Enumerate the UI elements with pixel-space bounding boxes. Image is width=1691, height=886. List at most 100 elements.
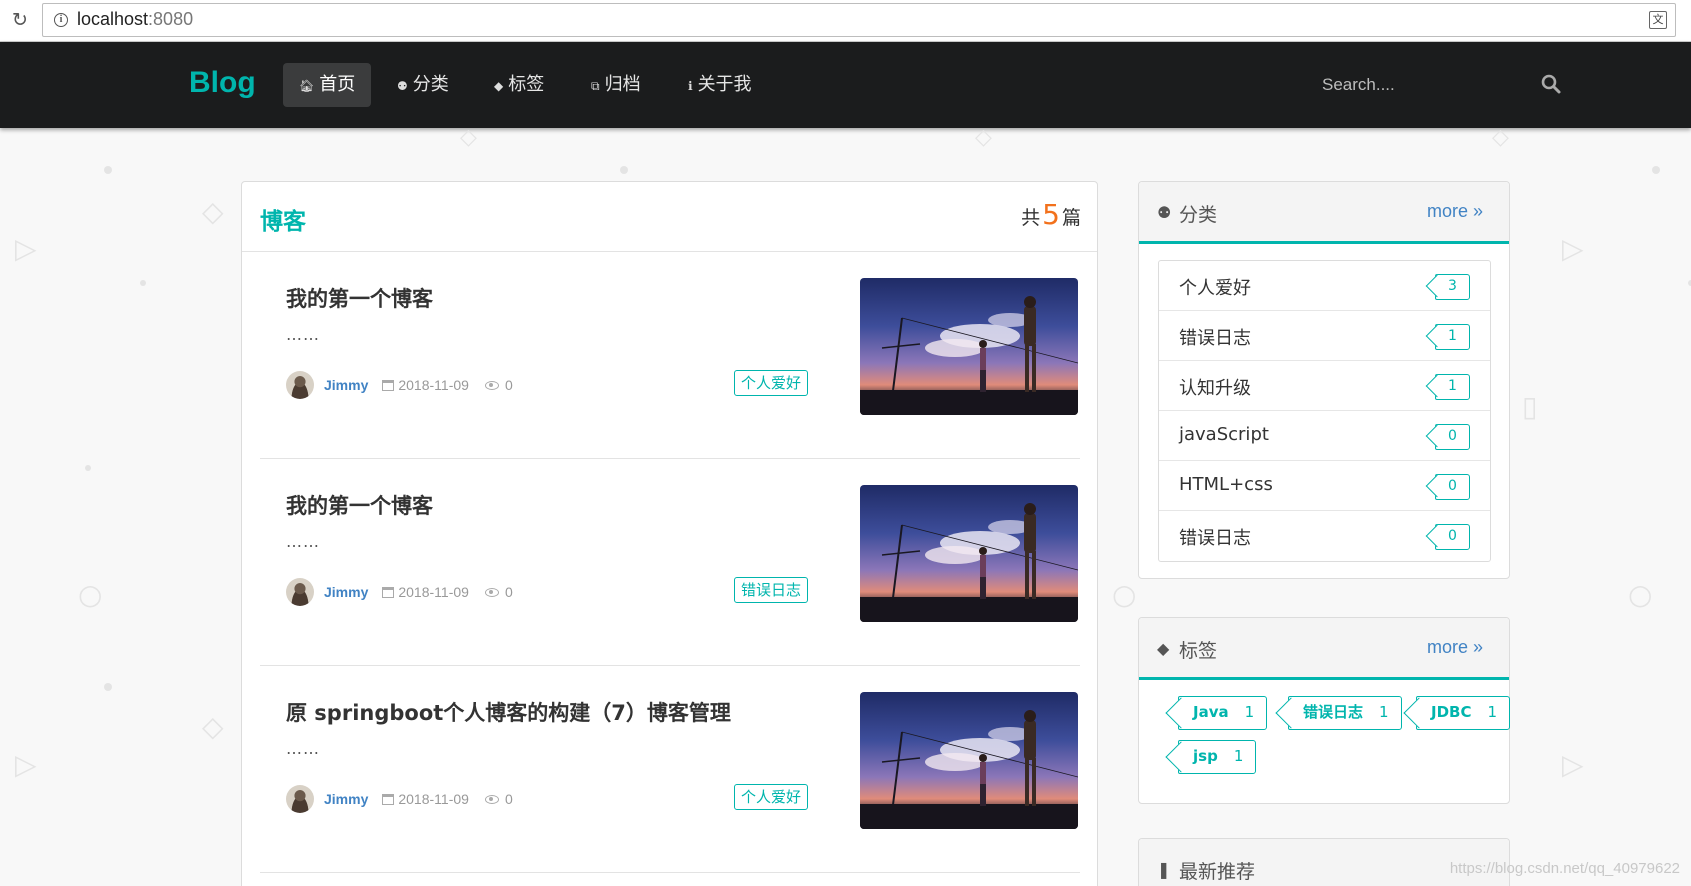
url-text: localhost:8080: [77, 9, 194, 29]
background-diamond-icon: ◇: [975, 125, 992, 150]
tag-chip[interactable]: jsp 1: [1178, 740, 1257, 774]
avatar: [286, 371, 314, 399]
categories-more-link[interactable]: more »: [1427, 201, 1483, 222]
category-item[interactable]: HTML+css 0: [1159, 461, 1490, 511]
category-item[interactable]: 认知升级 1: [1159, 361, 1490, 411]
post-views: 0: [504, 377, 513, 393]
tags-more-link[interactable]: more »: [1427, 637, 1483, 658]
home-icon: 🏠︎: [299, 79, 315, 93]
background-diamond-icon: ◇: [1492, 125, 1509, 150]
tag-chip[interactable]: 错误日志 1: [1288, 696, 1402, 730]
calendar-icon: [382, 379, 395, 391]
anime-scene-image: [860, 296, 1078, 415]
tags-icon: ◆: [1157, 639, 1170, 658]
background-triangle-icon: ▷: [15, 748, 37, 781]
category-name: HTML+css: [1179, 474, 1273, 495]
eye-icon: [484, 794, 499, 804]
post-title-link[interactable]: 原 springboot个人博客的构建（7）博客管理: [286, 697, 731, 727]
recommend-title: 最新推荐: [1179, 861, 1256, 883]
idea-icon: ⚉: [397, 79, 408, 93]
background-triangle-icon: ▷: [15, 232, 37, 265]
post-excerpt: ……: [286, 325, 320, 344]
top-nav: Blog 🏠︎ 首页 ⚉ 分类 ◆ 标签 ⧉ 归档 ℹ 关于我: [0, 42, 1691, 128]
tag-chip[interactable]: JDBC 1: [1416, 696, 1511, 730]
background-circle-icon: ○: [1112, 578, 1137, 611]
background-diamond-icon: ◇: [202, 710, 224, 743]
blog-list-header: 博客 共5 篇: [242, 182, 1097, 252]
nav-item-about[interactable]: ℹ 关于我: [672, 63, 768, 107]
category-count-badge: 3: [1435, 274, 1470, 300]
post-cover-image[interactable]: [860, 278, 1078, 415]
info-icon: ℹ: [688, 79, 693, 93]
tag-chip[interactable]: Java 1: [1178, 696, 1268, 730]
avatar: [286, 785, 314, 813]
categories-header: ⚉ 分类 more »: [1139, 182, 1509, 244]
eye-icon: [484, 380, 499, 390]
search-icon[interactable]: [1540, 73, 1562, 95]
categories-title: 分类: [1179, 204, 1218, 226]
nav-item-archive[interactable]: ⧉ 归档: [575, 63, 657, 107]
bookmark-icon: ❚: [1157, 860, 1171, 879]
category-count-badge: 0: [1435, 524, 1470, 550]
post-category-label[interactable]: 个人爱好: [734, 370, 809, 396]
category-name: 个人爱好: [1179, 278, 1251, 299]
background-triangle-icon: ▷: [1562, 748, 1584, 781]
author-link[interactable]: Jimmy: [324, 377, 368, 393]
site-info-icon[interactable]: i: [54, 13, 68, 27]
author-link[interactable]: Jimmy: [324, 584, 368, 600]
category-count-badge: 0: [1435, 424, 1470, 450]
watermark-text: https://blog.csdn.net/qq_40979622: [1449, 860, 1680, 877]
category-item[interactable]: 错误日志 1: [1159, 311, 1490, 361]
post-item: 原 springboot个人博客的构建（7）博客管理 …… Jimmy 2018…: [260, 667, 1080, 873]
post-item: 我的第一个博客 …… Jimmy 2018-11-09 0 个人爱好: [260, 253, 1080, 459]
post-title-link[interactable]: 我的第一个博客: [286, 490, 433, 520]
nav-item-categories[interactable]: ⚉ 分类: [381, 63, 465, 107]
background-dot: [104, 166, 112, 174]
post-cover-image[interactable]: [860, 485, 1078, 622]
category-count-badge: 0: [1435, 474, 1470, 500]
post-meta: Jimmy 2018-11-09 0: [286, 785, 513, 813]
category-name: 认知升级: [1179, 378, 1251, 399]
author-link[interactable]: Jimmy: [324, 791, 368, 807]
calendar-icon: [382, 793, 395, 805]
browser-address-bar: ↻ i localhost:8080 文: [0, 0, 1691, 42]
background-dot: [1652, 166, 1660, 174]
url-field[interactable]: i localhost:8080 文: [42, 3, 1676, 37]
tags-card: ◆ 标签 more » Java 1 错误日志 1 JDBC 1 jsp 1: [1138, 617, 1511, 804]
categories-card: ⚉ 分类 more » 个人爱好 3 错误日志 1 认知升级 1 javaScr…: [1138, 181, 1510, 579]
background-circle-icon: ○: [1628, 578, 1653, 611]
background-diamond-icon: ◇: [202, 195, 224, 228]
nav-item-home[interactable]: 🏠︎ 首页: [283, 63, 372, 107]
brand-logo[interactable]: Blog: [189, 66, 256, 100]
nav-item-tags[interactable]: ◆ 标签: [478, 63, 560, 107]
category-list: 个人爱好 3 错误日志 1 认知升级 1 javaScript 0 HTML+c…: [1158, 260, 1491, 562]
category-count-badge: 1: [1435, 374, 1470, 400]
post-date: 2018-11-09: [398, 791, 469, 807]
post-excerpt: ……: [286, 532, 320, 551]
post-cover-image[interactable]: [860, 692, 1078, 829]
category-item[interactable]: 个人爱好 3: [1159, 261, 1490, 311]
blog-count: 共5 篇: [1021, 198, 1081, 231]
translate-icon[interactable]: 文: [1649, 11, 1667, 29]
category-item[interactable]: javaScript 0: [1159, 411, 1490, 461]
reload-icon[interactable]: ↻: [9, 9, 31, 31]
blog-list-card: 博客 共5 篇 我的第一个博客 …… Jimmy 2018-11-09 0 个人爱…: [241, 181, 1098, 886]
background-circle-icon: ○: [78, 578, 103, 611]
post-date: 2018-11-09: [398, 584, 469, 600]
post-item: 我的第一个博客 …… Jimmy 2018-11-09 0 错误日志: [260, 460, 1080, 666]
category-item[interactable]: 错误日志 0: [1159, 511, 1490, 561]
post-date: 2018-11-09: [398, 377, 469, 393]
post-title-link[interactable]: 我的第一个博客: [286, 283, 433, 313]
search-input[interactable]: [1322, 68, 1562, 102]
post-category-label[interactable]: 个人爱好: [734, 784, 809, 810]
background-dot: [104, 683, 112, 691]
category-name: 错误日志: [1179, 528, 1251, 549]
idea-icon: ⚉: [1157, 203, 1172, 222]
post-meta: Jimmy 2018-11-09 0: [286, 578, 513, 606]
background-dot: [140, 280, 146, 286]
category-name: 错误日志: [1179, 328, 1251, 349]
post-views: 0: [504, 584, 513, 600]
anime-scene-image: [860, 710, 1078, 829]
post-excerpt: ……: [286, 739, 320, 758]
post-category-label[interactable]: 错误日志: [734, 577, 809, 603]
